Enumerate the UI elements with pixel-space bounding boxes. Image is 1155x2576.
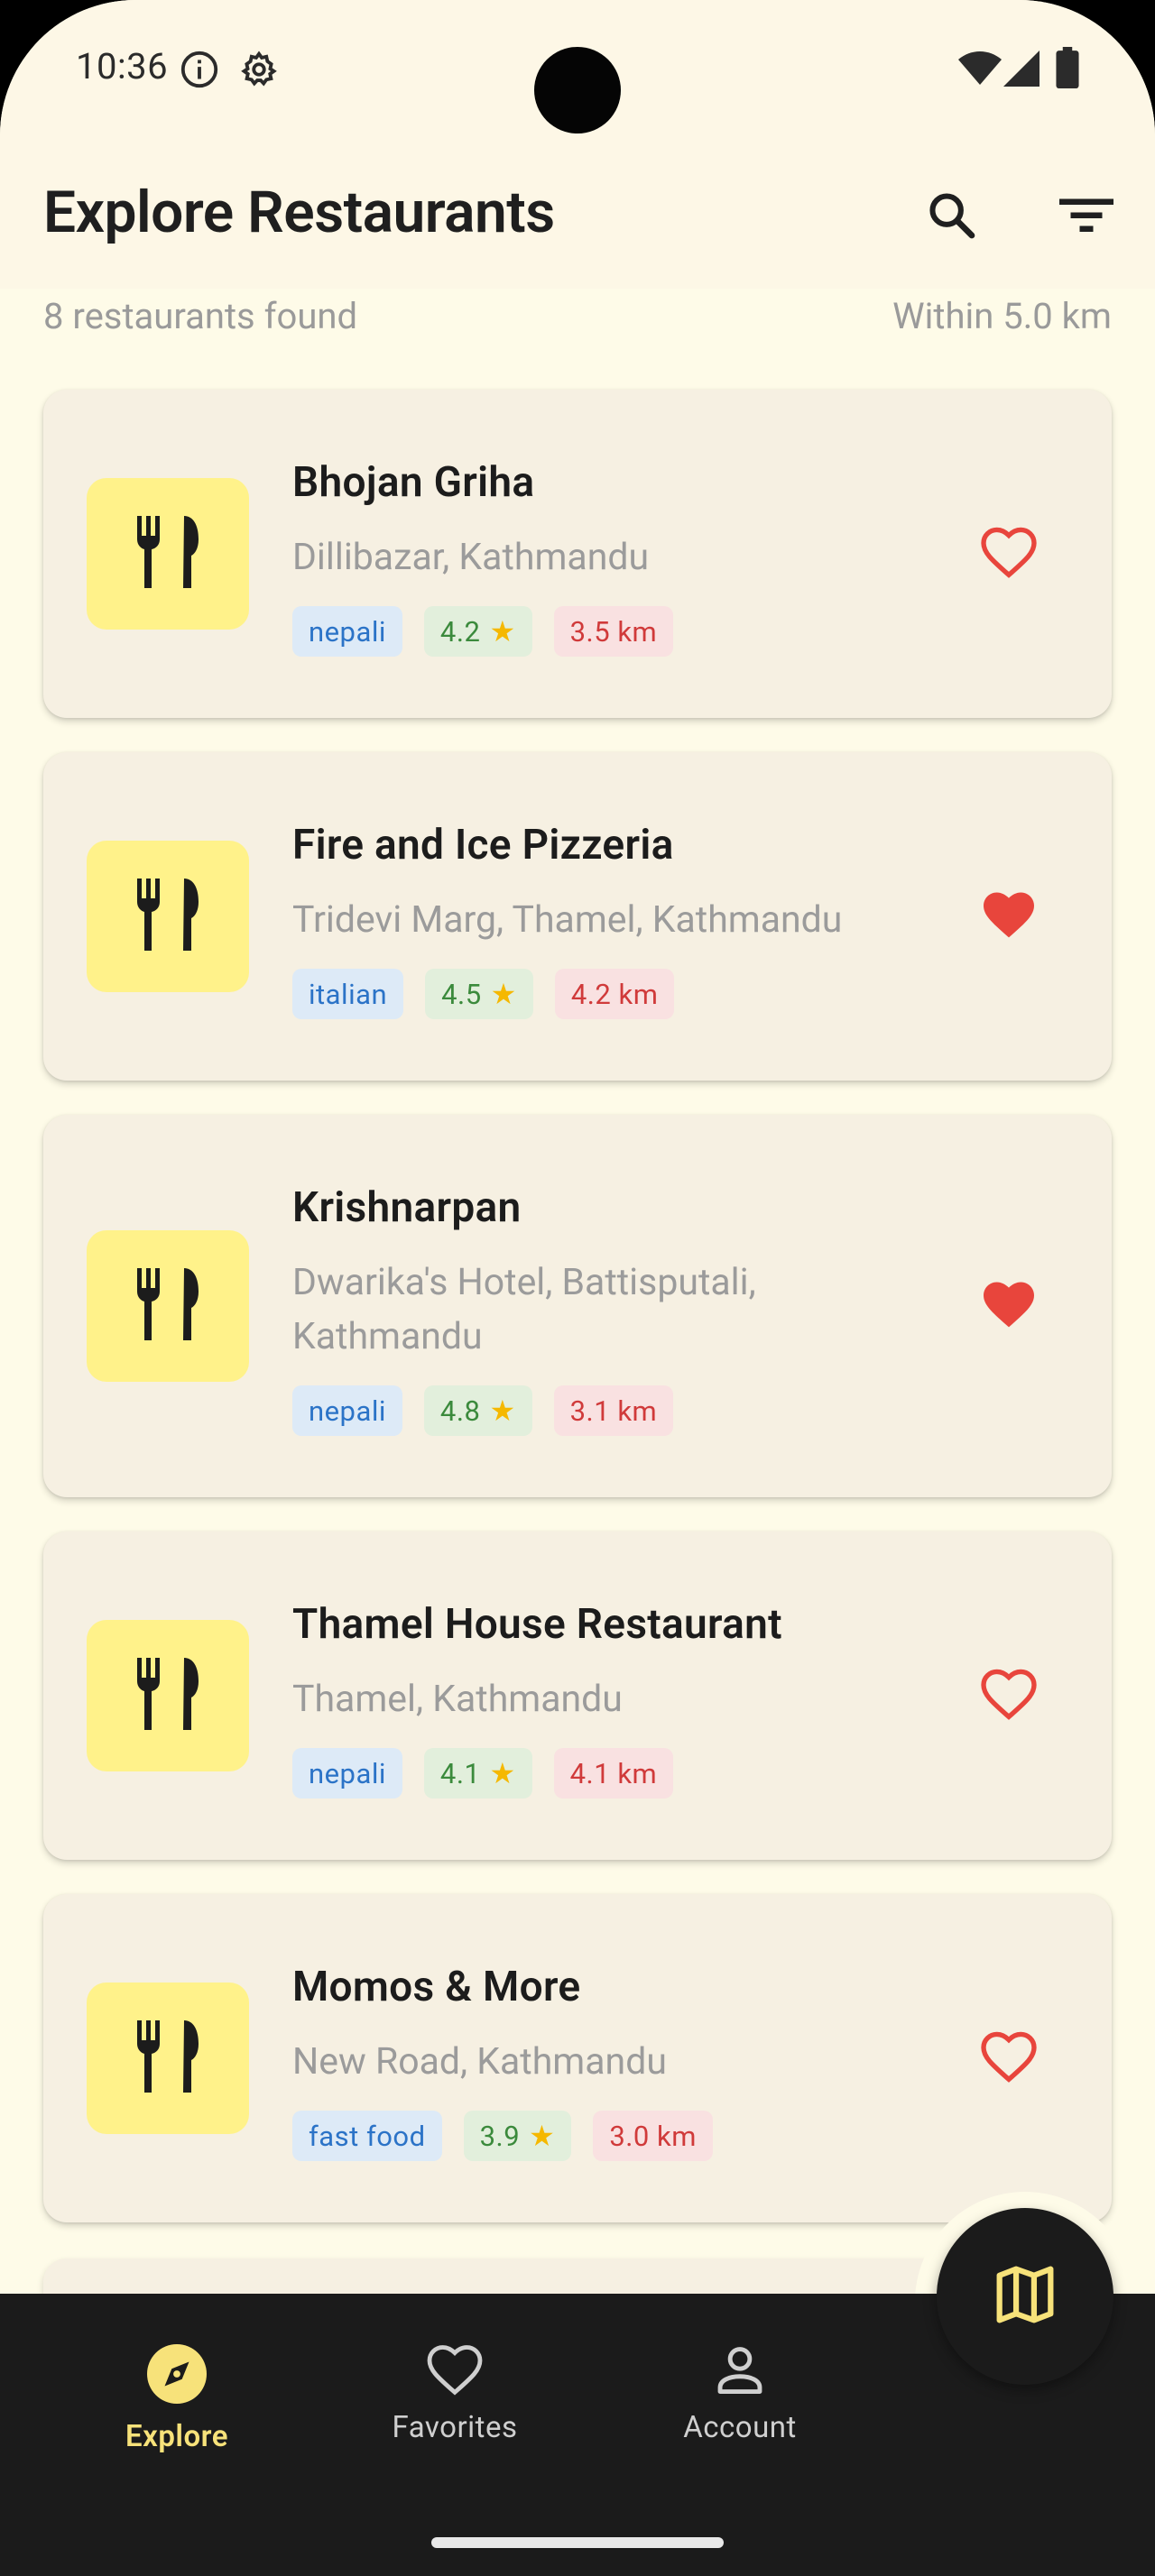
restaurant-tags: nepali 4.8 ★ 3.1 km: [292, 1385, 674, 1436]
distance-chip: 3.0 km: [593, 2111, 713, 2161]
restaurant-name: Fire and Ice Pizzeria: [292, 821, 674, 869]
star-icon: ★: [489, 614, 516, 649]
restaurant-thumbnail: [87, 1620, 249, 1771]
filter-button[interactable]: [1050, 180, 1123, 253]
results-meta: 8 restaurants found Within 5.0 km: [43, 290, 1112, 341]
rating-value: 4.1: [439, 1756, 481, 1790]
map-icon: [994, 2266, 1056, 2327]
heart-outline-icon: [426, 2341, 484, 2401]
favorite-button[interactable]: [973, 1270, 1045, 1342]
restaurant-name: Momos & More: [292, 1963, 581, 2011]
restaurant-address: Dillibazar, Kathmandu: [292, 536, 650, 579]
restaurant-card[interactable]: Fire and Ice Pizzeria Tridevi Marg, Tham…: [43, 752, 1112, 1081]
restaurant-tags: nepali 4.2 ★ 3.5 km: [292, 606, 674, 657]
utensils-icon: [134, 516, 202, 592]
cuisine-chip: nepali: [292, 1385, 402, 1436]
nav-label: Favorites: [392, 2410, 518, 2445]
star-icon: ★: [489, 1756, 516, 1790]
rating-value: 4.2: [439, 614, 481, 649]
restaurant-address: Tridevi Marg, Thamel, Kathmandu: [292, 898, 843, 942]
gear-icon: [238, 49, 280, 94]
rating-chip: 4.8 ★: [423, 1385, 532, 1436]
restaurant-name: Thamel House Restaurant: [292, 1600, 782, 1649]
search-button[interactable]: [915, 180, 987, 253]
restaurant-name: Krishnarpan: [292, 1183, 522, 1232]
cuisine-chip: italian: [292, 969, 404, 1019]
rating-chip: 4.5 ★: [425, 969, 533, 1019]
heart-filled-icon: [980, 888, 1038, 945]
distance-chip: 4.2 km: [554, 969, 675, 1019]
utensils-icon: [134, 2020, 202, 2096]
heart-outline-icon: [980, 525, 1038, 583]
restaurant-card[interactable]: Bhojan Griha Dillibazar, Kathmandu nepal…: [43, 390, 1112, 718]
restaurant-card[interactable]: Thamel House Restaurant Thamel, Kathmand…: [43, 1532, 1112, 1860]
map-view-button[interactable]: [937, 2208, 1113, 2385]
page-title: Explore Restaurants: [43, 179, 555, 246]
restaurant-address: Thamel, Kathmandu: [292, 1678, 623, 1721]
signal-icon: [1003, 51, 1040, 90]
info-icon: [179, 49, 220, 94]
gesture-handle[interactable]: [431, 2537, 724, 2548]
restaurant-address: New Road, Kathmandu: [292, 2040, 667, 2084]
cuisine-chip: fast food: [292, 2111, 442, 2161]
restaurant-address: Dwarika's Hotel, Battisputali, Kathmandu: [292, 1261, 756, 1358]
star-icon: ★: [489, 1394, 516, 1428]
star-icon: ★: [490, 977, 517, 1011]
restaurant-thumbnail: [87, 1230, 249, 1382]
restaurant-card[interactable]: Krishnarpan Dwarika's Hotel, Battisputal…: [43, 1115, 1112, 1497]
restaurant-thumbnail: [87, 841, 249, 992]
nav-explore[interactable]: Explore: [78, 2341, 276, 2468]
distance-chip: 3.5 km: [553, 606, 674, 657]
restaurant-tags: fast food 3.9 ★ 3.0 km: [292, 2111, 713, 2161]
favorite-button[interactable]: [973, 1660, 1045, 1732]
status-time: 10:36: [76, 45, 169, 87]
favorite-button[interactable]: [973, 2022, 1045, 2094]
search-icon: [925, 189, 977, 244]
app-bar: Explore Restaurants: [0, 144, 1155, 289]
restaurant-card[interactable]: Momos & More New Road, Kathmandu fast fo…: [43, 1894, 1112, 2222]
wifi-icon: [958, 51, 1002, 90]
utensils-icon: [134, 1658, 202, 1734]
utensils-icon: [134, 879, 202, 954]
favorite-button[interactable]: [973, 518, 1045, 590]
favorite-button[interactable]: [973, 880, 1045, 952]
search-radius: Within 5.0 km: [892, 294, 1112, 337]
restaurant-thumbnail: [87, 1983, 249, 2134]
distance-chip: 3.1 km: [553, 1385, 674, 1436]
nav-label: Account: [683, 2410, 797, 2445]
rating-chip: 3.9 ★: [463, 2111, 572, 2161]
heart-outline-icon: [980, 2029, 1038, 2087]
filter-icon: [1059, 193, 1113, 240]
rating-chip: 4.2 ★: [423, 606, 532, 657]
rating-chip: 4.1 ★: [423, 1748, 532, 1799]
cuisine-chip: nepali: [292, 606, 402, 657]
restaurant-tags: italian 4.5 ★ 4.2 km: [292, 969, 675, 1019]
compass-icon: [144, 2341, 209, 2410]
heart-outline-icon: [980, 1667, 1038, 1725]
battery-icon: [1056, 47, 1079, 92]
rating-value: 4.5: [441, 977, 482, 1011]
restaurant-thumbnail: [87, 478, 249, 630]
app-screen: 10:36 Explore Restaurants 8 restaurants …: [0, 0, 1155, 2576]
distance-chip: 4.1 km: [553, 1748, 674, 1799]
rating-value: 3.9: [479, 2119, 521, 2153]
utensils-icon: [134, 1268, 202, 1344]
restaurant-tags: nepali 4.1 ★ 4.1 km: [292, 1748, 674, 1799]
nav-label: Explore: [125, 2419, 228, 2454]
camera-cutout: [534, 47, 621, 133]
cuisine-chip: nepali: [292, 1748, 402, 1799]
nav-favorites[interactable]: Favorites: [356, 2341, 554, 2468]
results-count: 8 restaurants found: [43, 294, 358, 337]
star-icon: ★: [529, 2119, 556, 2153]
rating-value: 4.8: [439, 1394, 481, 1428]
heart-filled-icon: [980, 1277, 1038, 1335]
nav-account[interactable]: Account: [641, 2341, 839, 2468]
restaurant-name: Bhojan Griha: [292, 458, 535, 507]
person-icon: [712, 2341, 768, 2401]
status-bar: 10:36: [0, 0, 1155, 144]
